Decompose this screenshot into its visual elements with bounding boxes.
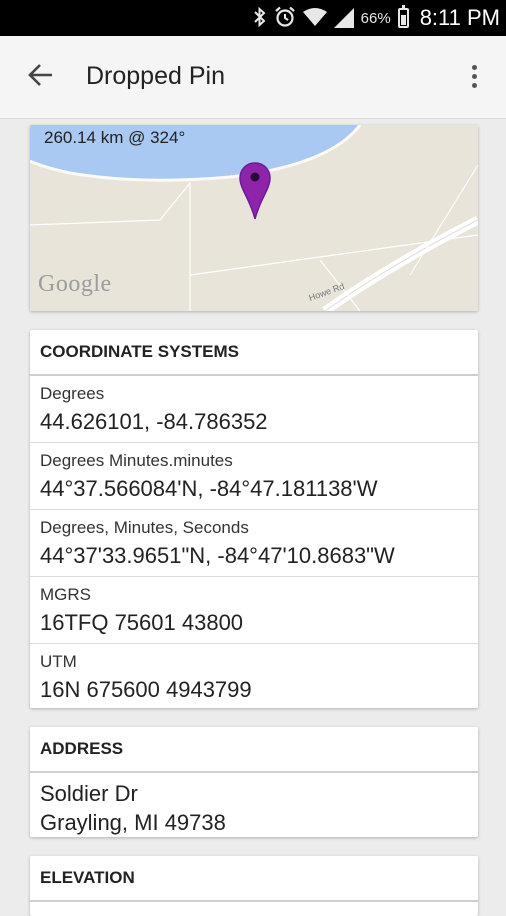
battery-icon (397, 5, 409, 28)
status-icons: 66% 8:11 PM (253, 0, 500, 36)
more-vert-icon (471, 64, 477, 70)
status-time: 8:11 PM (419, 5, 500, 30)
google-logo: Google (38, 271, 112, 297)
coordinate-row-mgrs[interactable]: MGRS 16TFQ 75601 43800 (30, 577, 478, 644)
coordinate-row-dms[interactable]: Degrees, Minutes, Seconds 44°37'33.9651"… (30, 510, 478, 577)
back-button[interactable] (26, 60, 56, 90)
coordinate-value: 44°37.566084'N, -84°47.181138'W (40, 476, 378, 501)
signal-icon (333, 8, 354, 28)
coordinate-value: 16TFQ 75601 43800 (40, 610, 244, 635)
arrow-left-icon (28, 64, 52, 86)
section-header-address: ADDRESS (30, 727, 478, 773)
coordinate-label: UTM (40, 652, 77, 671)
coordinate-row-degrees[interactable]: Degrees 44.626101, -84.786352 (30, 376, 478, 443)
coordinate-label: Degrees (40, 384, 105, 403)
wifi-icon (302, 7, 327, 30)
coordinate-value: 16N 675600 4943799 (40, 677, 252, 702)
alarm-icon (274, 6, 296, 31)
address-card[interactable]: ADDRESS Soldier Dr Grayling, MI 49738 (30, 727, 478, 837)
bluetooth-icon (253, 6, 267, 30)
elevation-card[interactable]: ELEVATION (30, 856, 478, 916)
map-pin-icon[interactable] (238, 161, 272, 221)
coordinate-value: 44°37'33.9651"N, -84°47'10.8683"W (40, 543, 395, 568)
app-bar: Dropped Pin (0, 36, 506, 119)
coordinate-label: MGRS (40, 585, 91, 604)
coordinate-label: Degrees, Minutes, Seconds (40, 518, 249, 537)
page-title: Dropped Pin (86, 62, 225, 90)
address-body: Soldier Dr Grayling, MI 49738 (30, 773, 478, 843)
coordinate-row-utm[interactable]: UTM 16N 675600 4943799 (30, 644, 478, 710)
address-line-2: Grayling, MI 49738 (40, 810, 226, 835)
coordinate-label: Degrees Minutes.minutes (40, 451, 233, 470)
more-options-button[interactable] (464, 58, 484, 94)
address-line-1: Soldier Dr (40, 781, 138, 806)
section-header-elevation: ELEVATION (30, 856, 478, 902)
battery-percent: 66% (360, 9, 391, 27)
status-bar: 66% 8:11 PM (0, 0, 506, 36)
coordinate-systems-card: COORDINATE SYSTEMS Degrees 44.626101, -8… (30, 330, 478, 708)
coordinate-row-degrees-minutes[interactable]: Degrees Minutes.minutes 44°37.566084'N, … (30, 443, 478, 510)
map-card[interactable]: 260.14 km @ 324° Google Howe Rd (30, 125, 478, 311)
coordinate-value: 44.626101, -84.786352 (40, 409, 268, 434)
map-distance-readout: 260.14 km @ 324° (44, 128, 186, 147)
section-header-coordinate-systems: COORDINATE SYSTEMS (30, 330, 478, 376)
